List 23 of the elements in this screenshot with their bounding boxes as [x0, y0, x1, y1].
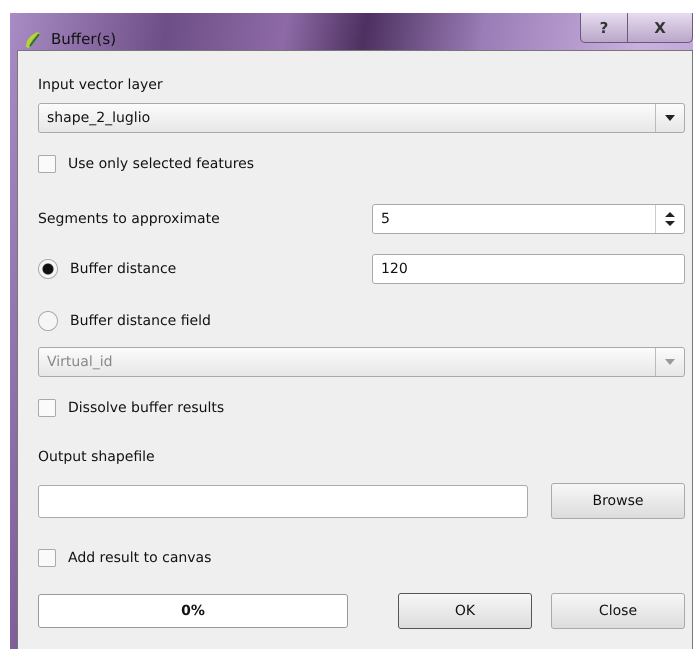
window-title: Buffer(s): [51, 30, 116, 48]
browse-button[interactable]: Browse: [551, 483, 685, 519]
distance-input[interactable]: 120: [372, 254, 685, 284]
segments-label: Segments to approximate: [38, 211, 221, 227]
layer-dropdown[interactable]: shape_2_luglio: [38, 103, 685, 133]
dropdown-arrow-icon: [665, 115, 675, 121]
window-close-button[interactable]: X: [628, 13, 693, 43]
output-path-input[interactable]: [38, 484, 528, 518]
checkbox[interactable]: Add result to canvas: [38, 549, 685, 567]
checkbox[interactable]: Use only selected features: [38, 155, 685, 173]
input-layer-label: Input vector layer: [38, 77, 164, 93]
checkbox[interactable]: Dissolve buffer results: [38, 399, 685, 417]
close-button[interactable]: Close: [551, 593, 685, 629]
spin-arrows-icon: [665, 211, 675, 227]
help-button[interactable]: ?: [580, 13, 628, 43]
radio-option[interactable]: Buffer distance: [38, 259, 358, 279]
output-label: Output shapefile: [38, 449, 156, 465]
progress-text: 0%: [181, 603, 205, 619]
dropdown-arrow-icon: [665, 359, 675, 365]
app-icon: [23, 30, 43, 50]
segments-spinbox[interactable]: 5: [372, 204, 685, 234]
radio-option[interactable]: Buffer distance field: [38, 311, 358, 331]
ok-button[interactable]: OK: [398, 593, 532, 629]
